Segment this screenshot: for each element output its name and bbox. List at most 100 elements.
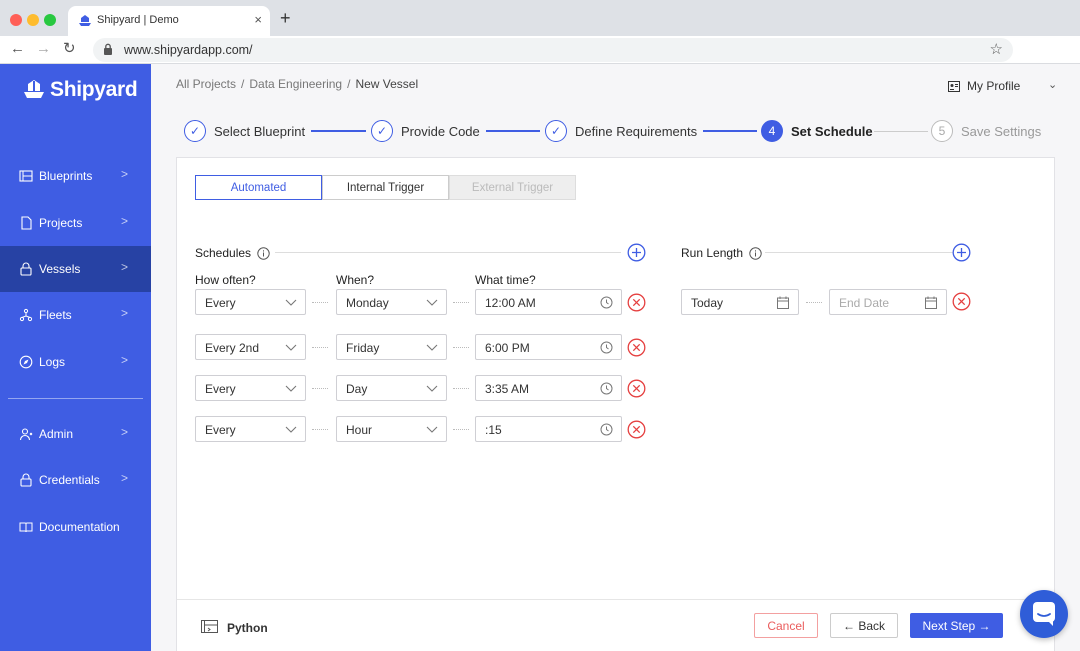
how-often-select[interactable]: Every <box>195 289 306 315</box>
remove-run-length-icon[interactable] <box>952 292 971 311</box>
window-close-button[interactable] <box>10 14 22 26</box>
sidebar-item-documentation[interactable]: Documentation <box>0 504 151 550</box>
chevron-down-icon <box>285 299 297 306</box>
browser-tab[interactable]: Shipyard | Demo × <box>68 6 270 36</box>
connector-dots <box>312 429 328 430</box>
progress-stepper: ✓ Select Blueprint ✓ Provide Code ✓ Defi… <box>184 120 1044 144</box>
tab-title: Shipyard | Demo <box>97 14 179 26</box>
how-often-select[interactable]: Every 2nd <box>195 334 306 360</box>
step-3-label[interactable]: Define Requirements <box>575 124 697 139</box>
remove-schedule-icon[interactable] <box>627 420 646 439</box>
time-value: 12:00 AM <box>485 296 536 310</box>
how-often-value: Every <box>205 423 236 437</box>
cancel-button[interactable]: Cancel <box>754 613 818 638</box>
chevron-down-icon[interactable]: ⌄ <box>1048 78 1057 91</box>
window-minimize-button[interactable] <box>27 14 39 26</box>
breadcrumb-item-all-projects[interactable]: All Projects <box>176 77 236 91</box>
connector-dots <box>453 429 469 430</box>
profile-label: My Profile <box>967 79 1021 93</box>
code-file-icon <box>201 620 218 633</box>
next-step-button[interactable]: Next Step → <box>910 613 1003 638</box>
chevron-right-icon: > <box>121 260 129 274</box>
language-label: Python <box>227 621 268 635</box>
info-icon[interactable] <box>257 246 270 260</box>
chevron-right-icon: > <box>121 353 129 367</box>
shipyard-logo[interactable]: Shipyard <box>22 76 138 104</box>
when-select[interactable]: Day <box>336 375 447 401</box>
sidebar-item-label: Fleets <box>39 308 72 322</box>
chat-launcher-button[interactable] <box>1020 590 1068 638</box>
tab-internal-trigger[interactable]: Internal Trigger <box>322 175 449 200</box>
connector-dots <box>312 347 328 348</box>
start-date-input[interactable]: Today <box>681 289 799 315</box>
main-content: All Projects / Data Engineering / New Vessel… <box>151 64 1080 651</box>
how-often-select[interactable]: Every <box>195 416 306 442</box>
when-select[interactable]: Friday <box>336 334 447 360</box>
time-input[interactable]: 3:35 AM <box>475 375 622 401</box>
connector-dots <box>312 388 328 389</box>
browser-tab-bar: Shipyard | Demo × + <box>0 0 1080 36</box>
info-icon[interactable] <box>749 246 762 260</box>
time-value: 3:35 AM <box>485 382 530 396</box>
tab-close-icon[interactable]: × <box>254 12 262 27</box>
window-zoom-button[interactable] <box>44 14 56 26</box>
time-input[interactable]: 6:00 PM <box>475 334 622 360</box>
how-often-select[interactable]: Every <box>195 375 306 401</box>
breadcrumb-item-data-engineering[interactable]: Data Engineering <box>249 77 342 91</box>
end-date-placeholder: End Date <box>839 296 890 310</box>
chevron-down-icon <box>426 385 438 392</box>
breadcrumb-separator: / <box>241 77 245 91</box>
sidebar-item-projects[interactable]: Projects > <box>0 200 151 246</box>
lock-icon <box>104 43 112 55</box>
step-3-check-icon: ✓ <box>545 120 567 142</box>
sidebar-item-blueprints[interactable]: Blueprints > <box>0 153 151 199</box>
add-run-length-icon[interactable] <box>952 243 971 262</box>
step-2-label[interactable]: Provide Code <box>401 124 480 139</box>
time-input[interactable]: :15 <box>475 416 622 442</box>
profile-card-icon <box>948 80 960 92</box>
step-connector <box>703 130 757 132</box>
back-arrow-icon[interactable]: ← <box>10 40 25 58</box>
trigger-type-tabs: Automated Internal Trigger External Trig… <box>195 175 576 200</box>
how-often-value: Every <box>205 296 236 310</box>
connector-dots <box>453 347 469 348</box>
remove-schedule-icon[interactable] <box>627 338 646 357</box>
book-icon <box>19 522 33 533</box>
back-button[interactable]: ← Back <box>830 613 898 638</box>
reload-icon[interactable]: ↻ <box>63 40 76 58</box>
step-1-label[interactable]: Select Blueprint <box>214 124 305 139</box>
step-5-number: 5 <box>931 120 953 142</box>
section-divider <box>765 252 953 253</box>
when-select[interactable]: Hour <box>336 416 447 442</box>
sidebar-item-credentials[interactable]: Credentials > <box>0 457 151 503</box>
profile-menu[interactable]: My Profile <box>948 79 1020 93</box>
breadcrumb-separator: / <box>347 77 351 91</box>
clock-icon <box>600 382 613 395</box>
time-value: :15 <box>485 423 502 437</box>
sidebar-item-vessels[interactable]: Vessels > <box>0 246 151 292</box>
when-value: Day <box>346 382 368 396</box>
address-bar: ← → ↻ www.shipyardapp.com/ ☆ ⋮ <box>0 36 1080 95</box>
time-input[interactable]: 12:00 AM <box>475 289 622 315</box>
bookmark-star-icon[interactable]: ☆ <box>990 40 1003 58</box>
when-value: Monday <box>346 296 389 310</box>
sidebar-item-fleets[interactable]: Fleets > <box>0 292 151 338</box>
breadcrumb: All Projects / Data Engineering / New Vessel <box>176 77 418 91</box>
tab-automated[interactable]: Automated <box>195 175 322 200</box>
remove-schedule-icon[interactable] <box>627 379 646 398</box>
end-date-input[interactable]: End Date <box>829 289 947 315</box>
when-select[interactable]: Monday <box>336 289 447 315</box>
chevron-down-icon <box>426 344 438 351</box>
new-tab-icon[interactable]: + <box>280 8 291 28</box>
sidebar-item-label: Documentation <box>39 520 120 534</box>
forward-arrow-icon[interactable]: → <box>36 40 51 58</box>
add-schedule-icon[interactable] <box>627 243 646 262</box>
sidebar-item-logs[interactable]: Logs > <box>0 339 151 385</box>
chevron-down-icon <box>285 344 297 351</box>
sidebar-item-label: Blueprints <box>39 169 93 183</box>
remove-schedule-icon[interactable] <box>627 293 646 312</box>
step-connector <box>874 131 928 132</box>
url-field[interactable]: www.shipyardapp.com/ ☆ <box>93 38 1013 62</box>
schedules-title: Schedules <box>195 246 252 260</box>
sidebar-item-admin[interactable]: Admin > <box>0 411 151 457</box>
